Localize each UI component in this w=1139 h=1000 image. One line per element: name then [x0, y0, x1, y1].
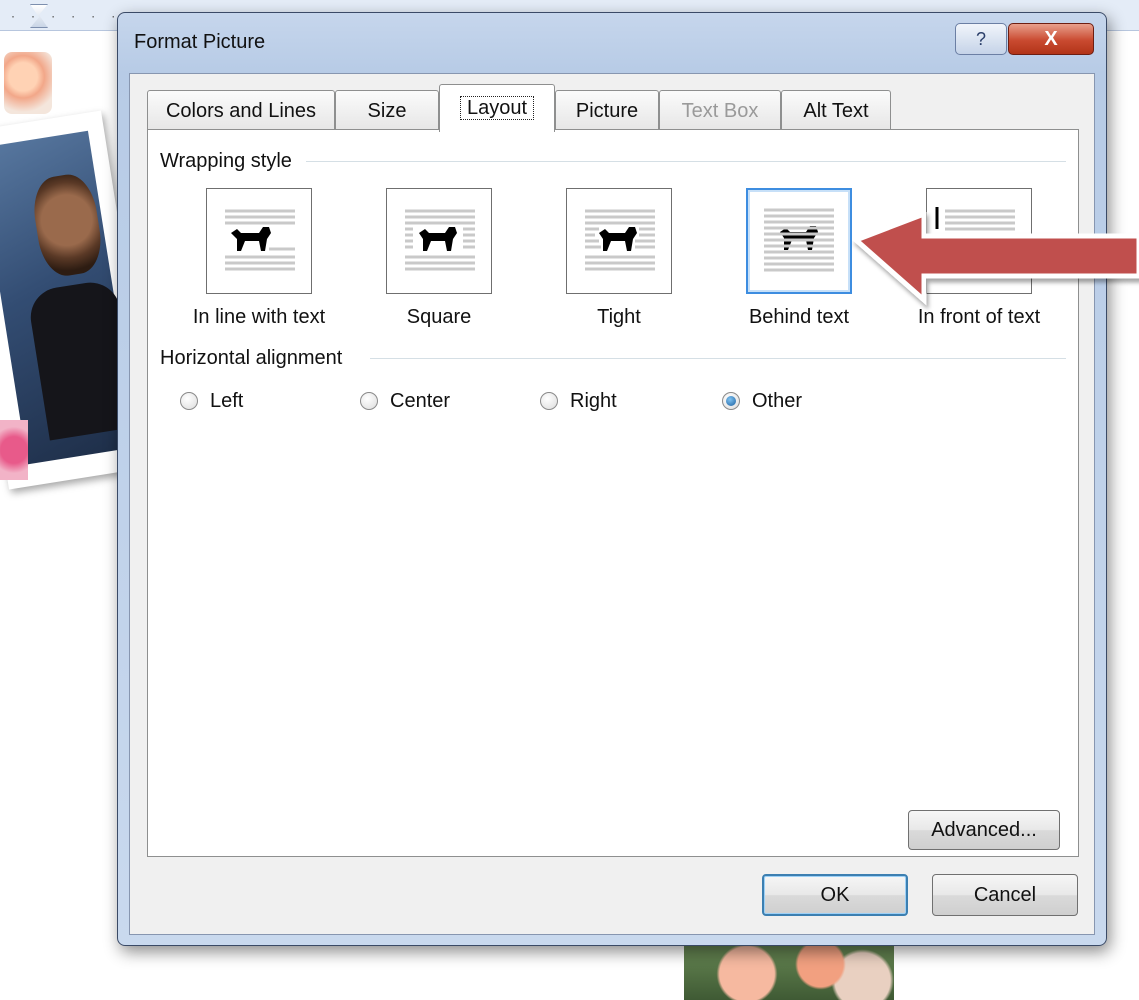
close-icon: X	[1044, 28, 1058, 50]
wrap-tight-label: Tight	[597, 306, 641, 328]
wrap-inline-option[interactable]	[206, 188, 312, 294]
align-right-radio[interactable]: Right	[540, 386, 617, 416]
wrap-square-option[interactable]	[386, 188, 492, 294]
tab-alt-text[interactable]: Alt Text	[781, 90, 891, 130]
tab-colors-and-lines[interactable]: Colors and Lines	[147, 90, 335, 130]
radio-label: Right	[570, 389, 617, 412]
radio-button[interactable]	[180, 392, 198, 410]
wrap-behind-text-option[interactable]	[746, 188, 852, 294]
ok-button[interactable]: OK	[762, 874, 908, 916]
radio-button[interactable]	[360, 392, 378, 410]
dialog-title: Format Picture	[134, 31, 266, 53]
tab-text-box: Text Box	[659, 90, 781, 130]
tab-picture[interactable]: Picture	[555, 90, 659, 130]
ok-button-label: OK	[820, 884, 850, 906]
roses-image-top	[4, 52, 52, 114]
wrap-tight-option[interactable]	[566, 188, 672, 294]
tab-label: Text Box	[681, 100, 759, 122]
close-button[interactable]: X	[1008, 23, 1094, 55]
wrap-square-icon	[405, 209, 475, 271]
tab-label: Alt Text	[803, 100, 869, 122]
advanced-button-label: Advanced...	[931, 819, 1037, 841]
pink-flower-decoration	[0, 420, 28, 480]
tab-size[interactable]: Size	[335, 90, 439, 130]
group-divider	[306, 161, 1066, 162]
wrap-tight-icon	[585, 209, 655, 271]
radio-button[interactable]	[540, 392, 558, 410]
tab-label: Colors and Lines	[165, 100, 317, 122]
wrap-inline-icon	[225, 209, 295, 271]
horizontal-alignment-label: Horizontal alignment	[160, 347, 343, 369]
format-picture-dialog: Format Picture ? X Colors and Lines Size…	[117, 12, 1107, 946]
radio-label: Left	[210, 389, 244, 412]
portrait-face	[29, 170, 106, 280]
cancel-button-label: Cancel	[973, 884, 1037, 906]
tab-label: Layout	[459, 96, 535, 120]
wrap-square-label: Square	[406, 306, 472, 328]
group-divider	[370, 358, 1066, 359]
dialog-client-area: Colors and Lines Size Layout Picture Tex…	[129, 73, 1095, 935]
wrapping-style-label: Wrapping style	[160, 150, 292, 172]
cancel-button[interactable]: Cancel	[932, 874, 1078, 916]
red-arrow-annotation	[852, 212, 1139, 306]
align-other-radio[interactable]: Other	[722, 386, 802, 416]
wrap-inline-label: In line with text	[192, 306, 326, 328]
radio-button-checked[interactable]	[722, 392, 740, 410]
advanced-button[interactable]: Advanced...	[908, 810, 1060, 850]
wrap-behind-text-icon	[764, 208, 834, 272]
tab-label: Size	[367, 100, 407, 122]
help-icon: ?	[975, 29, 986, 49]
radio-label: Center	[390, 389, 451, 412]
tab-layout[interactable]: Layout	[439, 84, 555, 132]
ruler-ticks: · · · · · ·	[10, 12, 121, 23]
tab-label: Picture	[575, 100, 639, 122]
dialog-titlebar[interactable]: Format Picture ? X	[118, 13, 1106, 73]
help-button[interactable]: ?	[955, 23, 1007, 55]
align-center-radio[interactable]: Center	[360, 386, 450, 416]
radio-label: Other	[752, 389, 803, 412]
align-left-radio[interactable]: Left	[180, 386, 243, 416]
